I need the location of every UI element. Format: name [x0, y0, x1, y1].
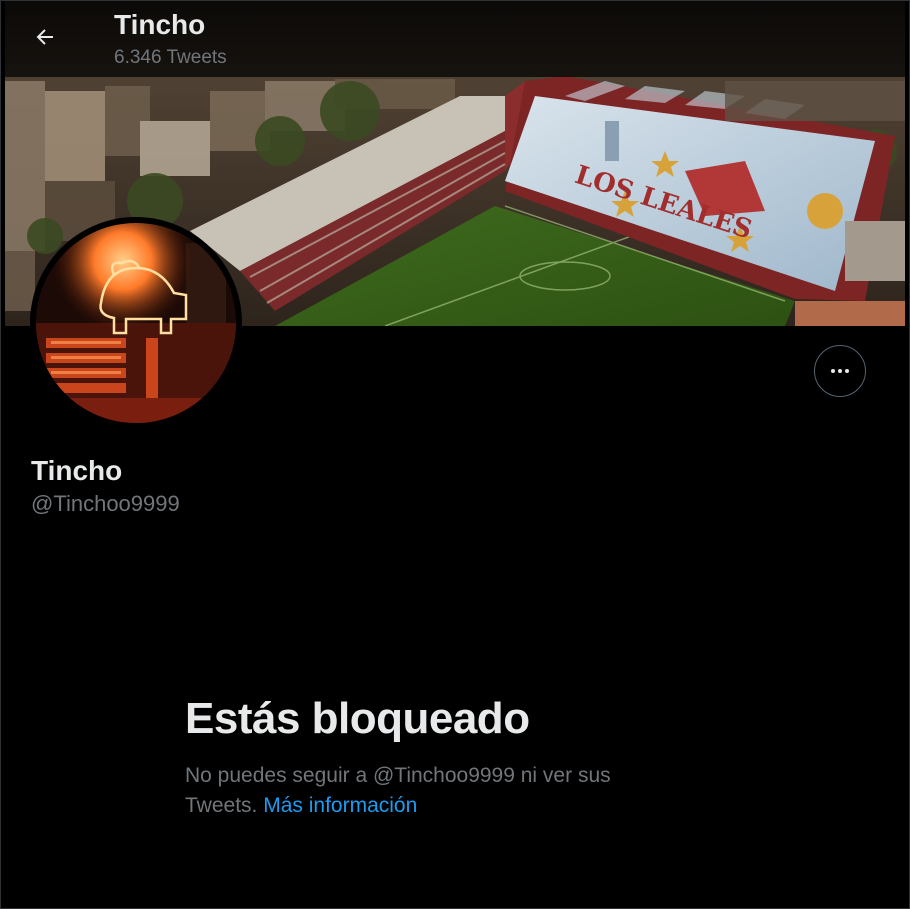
more-horizontal-icon: [831, 369, 849, 373]
profile-page: LOS LEALES Tincho 6.346 Tweets Tincho @T…: [0, 0, 910, 909]
header-title: Tincho: [114, 9, 206, 40]
profile-header: Tincho 6.346 Tweets: [1, 1, 909, 77]
header-tweet-count: 6.346 Tweets: [114, 47, 227, 68]
avatar-image: [36, 223, 236, 423]
avatar[interactable]: [30, 217, 242, 429]
profile-display-name: Tincho: [31, 455, 123, 486]
profile-handle: @Tinchoo9999: [31, 491, 180, 516]
learn-more-link[interactable]: Más información: [263, 794, 417, 817]
arrow-left-icon: [36, 29, 53, 45]
more-options-button[interactable]: [814, 345, 866, 397]
blocked-message-block: No puedes seguir a @Tinchoo9999 ni ver s…: [185, 761, 665, 821]
blocked-title: Estás bloqueado: [185, 694, 530, 743]
back-button[interactable]: [25, 17, 65, 57]
